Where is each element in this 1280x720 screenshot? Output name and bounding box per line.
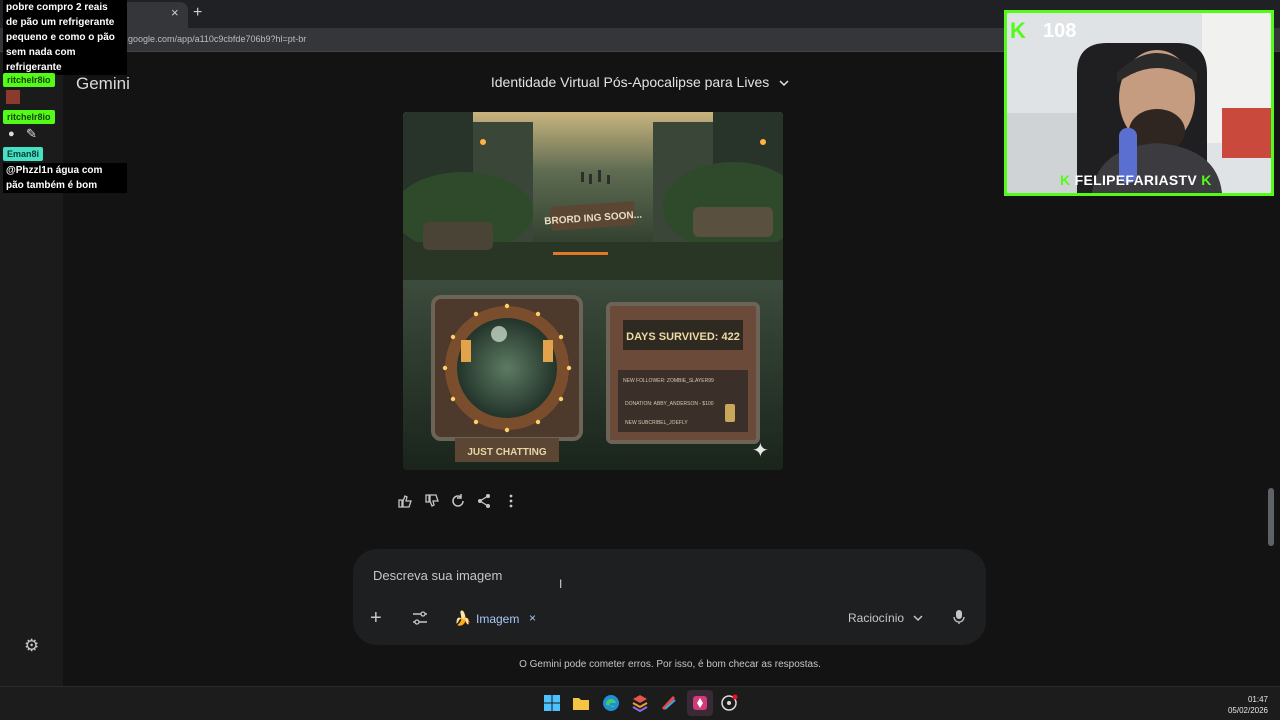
banana-icon: 🍌	[454, 610, 472, 626]
kick-k-icon: K	[1197, 172, 1212, 188]
share-icon[interactable]	[475, 492, 493, 510]
chat-line: @Phzzl1n água com	[6, 165, 103, 176]
clock-time: 01:47	[1247, 695, 1268, 704]
microphone-icon[interactable]	[953, 609, 965, 625]
chat-username-1: ritchelr8io	[3, 73, 55, 87]
emote-icon	[6, 90, 20, 104]
model-selector[interactable]: Raciocínio	[848, 611, 904, 625]
kick-k-icon: K	[1060, 172, 1075, 188]
image-just-chatting: JUST CHATTING	[467, 447, 546, 458]
new-tab-button[interactable]: +	[193, 4, 202, 22]
disclaimer-text: O Gemini pode cometer erros. Por isso, é…	[519, 659, 821, 670]
sparkle-icon: ✦	[752, 440, 769, 462]
gemini-logo-text[interactable]: Gemini	[76, 74, 130, 94]
windows-start-icon[interactable]	[543, 694, 561, 712]
chat-line: pobre compro 2 reais	[6, 2, 108, 13]
obs-icon[interactable]	[720, 694, 738, 712]
chat-message-1: pobre compro 2 reais de pão um refrigera…	[3, 0, 127, 75]
image-alert-follower: NEW FOLLOWER: ZOMBIE_SLAYER99	[623, 378, 714, 384]
settings-gear-icon[interactable]: ⚙	[24, 636, 42, 655]
chat-line: pequeno e como o pão	[6, 32, 115, 43]
emote-small-icon: ●	[8, 128, 15, 140]
prompt-box	[353, 549, 986, 645]
conversation-title: Identidade Virtual Pós-Apocalipse para L…	[490, 74, 770, 90]
thumbs-up-icon[interactable]	[396, 492, 414, 510]
tab-close-icon[interactable]: ×	[171, 5, 183, 21]
image-alert-subscriber: NEW SUBCRIBEL_JOEFLY	[625, 420, 688, 426]
add-attachment-button[interactable]: +	[370, 607, 382, 630]
kick-logo-icon: K	[1010, 18, 1026, 43]
chat-message-2: @Phzzl1n água com pão também é bom	[3, 163, 127, 193]
channel-name-text: FELIPEFARIASTV	[1074, 172, 1198, 188]
prompt-input[interactable]: Descreva sua imagem	[373, 568, 502, 583]
tools-icon[interactable]	[412, 611, 428, 625]
viewer-count: 108	[1043, 20, 1077, 42]
text-cursor-icon: I	[559, 577, 563, 591]
app-stack-icon[interactable]	[631, 694, 649, 712]
paint-app-icon[interactable]	[660, 694, 678, 712]
clock-date: 05/02/2026	[1227, 706, 1268, 715]
edge-browser-icon[interactable]	[602, 694, 620, 712]
scrollbar-thumb[interactable]	[1268, 488, 1274, 546]
regenerate-icon[interactable]	[449, 492, 467, 510]
chat-line: sem nada com	[6, 47, 76, 58]
edit-icon: ✎	[26, 126, 37, 141]
channel-name: K FELIPEFARIASTV K	[1060, 172, 1212, 188]
thumbs-down-icon[interactable]	[423, 492, 441, 510]
image-tool-chip[interactable]: Imagem	[476, 612, 519, 626]
generated-image[interactable]: BRORD ING SOON... JUST CHATTING DAYS SUR…	[403, 112, 783, 470]
response-actions	[396, 492, 526, 512]
taskbar-clock[interactable]: 01:47 05/02/2026	[1220, 694, 1268, 716]
chevron-down-icon	[779, 80, 789, 87]
image-alert-donation: DONATION: ABBY_ANDERSON - $100	[625, 401, 714, 407]
conversation-title-button[interactable]: Identidade Virtual Pós-Apocalipse para L…	[400, 74, 880, 90]
chat-line: de pão um refrigerante	[6, 17, 115, 28]
streaming-app-icon[interactable]	[691, 694, 709, 712]
chat-line: pão também é bom	[6, 180, 98, 191]
remove-chip-button[interactable]: ×	[529, 611, 536, 625]
chat-username-3: Eman8i	[3, 147, 44, 161]
chat-username-2: ritchelr8io	[3, 110, 55, 124]
file-explorer-icon[interactable]	[572, 694, 590, 712]
more-options-icon[interactable]	[502, 492, 520, 510]
model-chevron-icon[interactable]	[913, 614, 923, 622]
image-days-survived: DAYS SURVIVED: 422	[626, 331, 740, 343]
